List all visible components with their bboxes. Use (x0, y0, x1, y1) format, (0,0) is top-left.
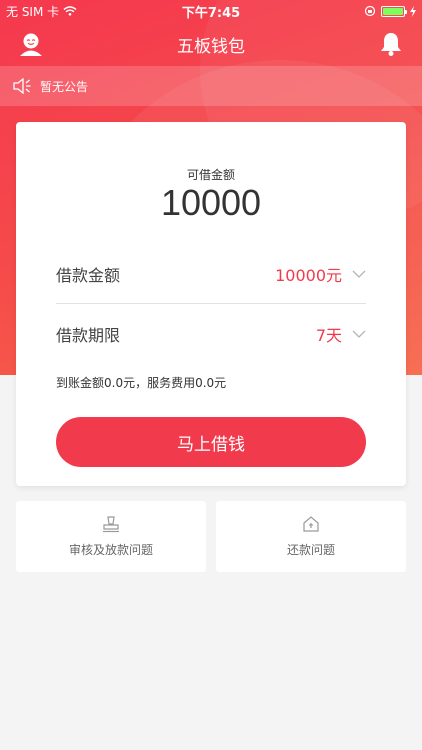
orientation-lock-icon (364, 5, 376, 17)
loan-card: 可借金额 10000 借款金额 10000元 借款期限 7天 到账金额0.0元，… (16, 122, 406, 486)
loan-summary: 到账金额0.0元，服务费用0.0元 (56, 376, 227, 390)
status-bar: 无 SIM 卡 下午7:45 (0, 0, 422, 22)
borrow-now-button[interactable]: 马上借钱 (56, 417, 366, 467)
stamp-icon (103, 516, 119, 533)
loan-term-label: 借款期限 (56, 326, 121, 345)
battery-icon (381, 5, 407, 17)
page-title: 五板钱包 (177, 36, 245, 57)
carrier-label: 无 SIM 卡 (6, 4, 60, 19)
repayment-faq[interactable]: 还款问题 (216, 501, 406, 572)
chevron-down-icon (352, 330, 366, 338)
loan-term-selector[interactable]: 借款期限 7天 (56, 304, 366, 364)
available-amount-label: 可借金额 (186, 168, 235, 182)
bell-icon[interactable] (378, 31, 404, 57)
loan-amount-value: 10000元 (275, 265, 342, 285)
repayment-label: 还款问题 (286, 543, 335, 557)
charging-icon (410, 5, 416, 17)
battery-level (383, 7, 403, 15)
available-amount-value: 10000 (160, 182, 262, 223)
wifi-icon (63, 6, 77, 16)
speaker-icon (13, 78, 31, 94)
loan-amount-label: 借款金额 (56, 265, 121, 285)
notice-text: 暂无公告 (40, 79, 89, 94)
loan-amount-selector[interactable]: 借款金额 10000元 (56, 244, 366, 304)
user-icon[interactable] (18, 31, 44, 57)
loan-term-value: 7天 (315, 326, 342, 345)
chevron-down-icon (352, 270, 366, 278)
house-icon (303, 516, 319, 532)
review-disbursement-faq[interactable]: 审核及放款问题 (16, 501, 206, 572)
notice-bar[interactable]: 暂无公告 (0, 66, 422, 106)
nav-bar: 五板钱包 (0, 22, 422, 66)
review-disbursement-label: 审核及放款问题 (68, 543, 153, 557)
